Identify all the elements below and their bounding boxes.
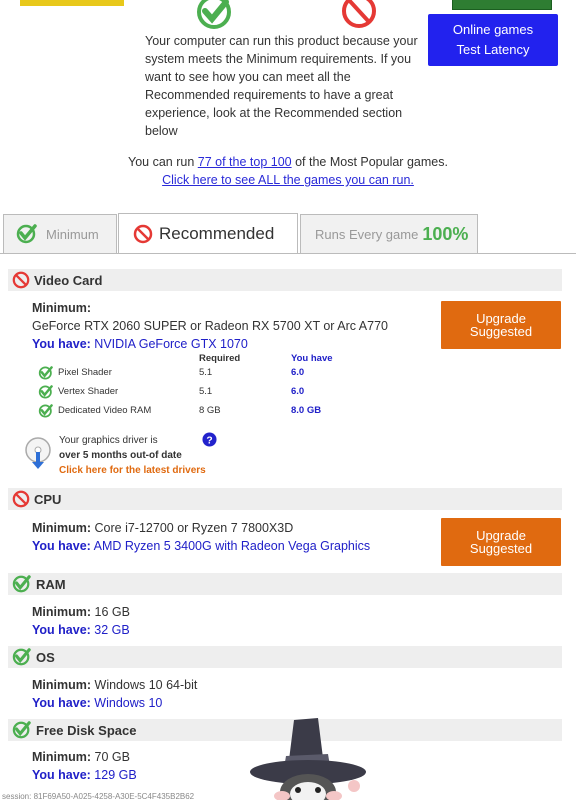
cpu-title: CPU [34,491,62,507]
see-all-games-link[interactable]: Click here to see ALL the games you can … [162,173,414,187]
tab-recommended[interactable]: Recommended [118,213,298,254]
disk-min-line: Minimum: 70 GB [32,748,130,766]
no-icon [12,271,30,289]
tab-runs-every-game[interactable]: Runs Every game 100% [300,214,478,253]
online-games-latency-button[interactable]: Online games Test Latency [428,14,558,66]
upgrade-line2: Suggested [469,541,533,556]
ram-min-value: 16 GB [94,605,130,619]
os-title: OS [36,649,55,665]
cpu-have-value: AMD Ryzen 5 3400G with Radeon Vega Graph… [93,539,371,553]
disk-have-value: 129 GB [94,768,137,782]
pixel-shader-required: 5.1 [199,367,213,378]
disk-title: Free Disk Space [36,722,137,738]
os-have-line: You have: Windows 10 [32,694,162,712]
min-label: Minimum: [32,750,92,764]
cpu-min-value: Core i7-12700 or Ryzen 7 7800X3D [94,521,294,535]
have-label: You have: [32,539,91,553]
video-ram-label: Dedicated Video RAM [58,405,152,416]
check-icon [38,385,54,399]
min-label: Minimum: [32,605,92,619]
check-icon [16,224,38,244]
help-icon[interactable]: ? [202,432,217,447]
pass-big-icon [196,0,232,32]
vertex-shader-required: 5.1 [199,386,213,397]
check-icon [12,721,32,739]
driver-line1: Your graphics driver is [59,435,158,446]
driver-line2: over 5 months out-of date [59,450,182,461]
result-message: Your computer can run this product becau… [145,34,418,138]
video-upgrade-button[interactable]: Upgrade Suggested [441,301,561,349]
os-min-value: Windows 10 64-bit [94,678,198,692]
cpu-have-line: You have: AMD Ryzen 5 3400G with Radeon … [32,537,370,555]
runs-every-percent: 100% [422,223,469,244]
driver-disc-icon [24,436,52,472]
driver-notice: Your graphics driver is over 5 months ou… [59,433,206,478]
top-green-button[interactable] [452,0,552,10]
no-icon [133,224,153,244]
check-icon [12,648,32,666]
check-icon [12,575,32,593]
ram-header: RAM [8,573,562,595]
vertex-shader-have: 6.0 [291,386,305,397]
top-100-link[interactable]: 77 of the top 100 [198,155,292,169]
cpu-header: CPU [8,488,562,510]
fail-big-icon [341,0,377,30]
ram-title: RAM [36,576,66,592]
video-card-header: Video Card [8,269,562,291]
ram-have-value: 32 GB [94,623,130,637]
you-have-header: You have [291,353,333,364]
min-label: Minimum: [32,678,92,692]
min-label: Minimum: [32,521,92,535]
check-icon [38,366,54,380]
pixel-shader-have: 6.0 [291,367,305,378]
os-header: OS [8,646,562,668]
disk-min-value: 70 GB [94,750,130,764]
site-logo [20,0,124,6]
see-all-wrap: Click here to see ALL the games you can … [0,171,576,189]
pixel-shader-label: Pixel Shader [58,367,112,378]
os-min-line: Minimum: Windows 10 64-bit [32,676,197,694]
tab-runs-every-label: Runs Every game [315,226,419,242]
os-have-value: Windows 10 [94,696,163,710]
no-icon [12,490,30,508]
tab-minimum-label: Minimum [46,226,99,242]
ram-min-line: Minimum: 16 GB [32,603,130,621]
tab-minimum[interactable]: Minimum [3,214,117,253]
video-min-label: Minimum: [32,299,91,317]
svg-text:?: ? [206,435,212,446]
min-label: Minimum: [32,301,92,315]
cpu-upgrade-button[interactable]: Upgrade Suggested [441,518,561,566]
video-card-title: Video Card [34,272,103,288]
have-label: You have: [32,337,91,351]
have-label: You have: [32,768,91,782]
disk-have-line: You have: 129 GB [32,766,137,784]
video-ram-required: 8 GB [199,405,221,416]
video-have-value: NVIDIA GeForce GTX 1070 [94,337,248,351]
video-ram-have: 8.0 GB [291,405,322,416]
video-min-value: GeForce RTX 2060 SUPER or Radeon RX 5700… [32,319,388,333]
check-icon [38,404,54,418]
have-label: You have: [32,623,91,637]
online-button-line1: Online games [452,22,534,37]
tab-recommended-label: Recommended [159,224,275,243]
run-prefix: You can run [128,155,198,169]
required-header: Required [199,353,241,364]
have-label: You have: [32,696,91,710]
run-suffix: of the Most Popular games. [291,155,448,169]
video-have-line: You have: NVIDIA GeForce GTX 1070 [32,335,248,353]
cpu-min-line: Minimum: Core i7-12700 or Ryzen 7 7800X3… [32,519,293,537]
upgrade-line2: Suggested [469,324,533,339]
ram-have-line: You have: 32 GB [32,621,130,639]
latest-drivers-link[interactable]: Click here for the latest drivers [59,463,206,478]
tab-divider [0,253,576,254]
cat-witch-mascot [248,716,372,800]
games-run-line: You can run 77 of the top 100 of the Mos… [0,153,576,171]
vertex-shader-label: Vertex Shader [58,386,119,397]
online-button-line2: Test Latency [456,42,530,57]
